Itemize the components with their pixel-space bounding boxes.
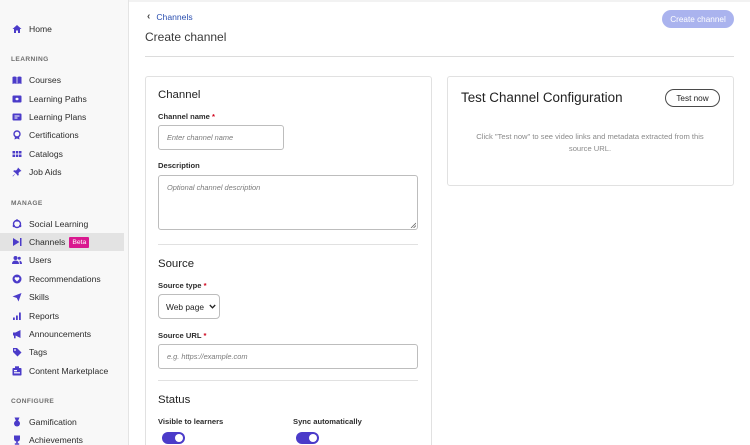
resize-grip-icon[interactable]	[410, 222, 416, 228]
sidebar-item-label: Reports	[29, 311, 60, 321]
sidebar-item-label: Users	[29, 255, 52, 265]
sidebar-item-gamification[interactable]: Gamification	[0, 413, 124, 431]
bar-chart-icon	[12, 311, 22, 321]
source-url-input[interactable]	[158, 344, 418, 369]
sidebar-item-achievements[interactable]: Achievements	[0, 431, 124, 445]
sync-automatically-toggle[interactable]	[296, 432, 319, 444]
chevron-left-icon: ‹	[147, 11, 151, 22]
trophy-icon	[12, 435, 22, 445]
create-channel-button[interactable]: Create channel	[662, 10, 734, 28]
toggle-knob	[175, 434, 183, 442]
sidebar-item-announcements[interactable]: Announcements	[0, 325, 124, 343]
channel-section-title: Channel	[158, 89, 201, 101]
sidebar-item-label: Learning Plans	[29, 112, 87, 122]
sidebar-item-label: Gamification	[29, 417, 77, 427]
chevron-down-icon	[209, 304, 216, 309]
sidebar-item-learning-paths[interactable]: Learning Paths	[0, 90, 124, 108]
sync-automatically-label: Sync automatically	[293, 417, 362, 426]
section-divider	[158, 380, 418, 381]
toggle-knob	[309, 434, 317, 442]
sidebar-item-label: Recommendations	[29, 274, 101, 284]
sidebar-item-label: Certifications	[29, 130, 79, 140]
test-help-text: Click "Test now" to see video links and …	[476, 132, 704, 153]
certificate-icon	[12, 130, 22, 140]
test-now-button[interactable]: Test now	[665, 89, 720, 107]
sidebar-item-reports[interactable]: Reports	[0, 307, 124, 325]
paper-plane-icon	[12, 292, 22, 302]
sidebar-item-learning-plans[interactable]: Learning Plans	[0, 108, 124, 126]
section-label-configure: CONFIGURE	[11, 398, 55, 405]
source-section-title: Source	[158, 258, 195, 270]
source-type-select[interactable]: Web page	[158, 294, 220, 319]
beta-badge: Beta	[69, 236, 90, 248]
sidebar-item-certifications[interactable]: Certifications	[0, 126, 124, 144]
section-label-learning: LEARNING	[11, 56, 49, 63]
pin-icon	[12, 167, 22, 177]
back-to-channels-link[interactable]: ‹ Channels	[147, 11, 193, 22]
tag-icon	[12, 347, 22, 357]
sidebar-item-job-aids[interactable]: Job Aids	[0, 163, 124, 181]
section-label-manage: MANAGE	[11, 200, 43, 207]
source-type-label-text: Source type	[158, 281, 202, 290]
learning-path-icon	[12, 94, 22, 104]
sidebar-item-home[interactable]: Home	[0, 20, 124, 38]
page-title: Create channel	[145, 30, 227, 44]
sidebar-item-courses[interactable]: Courses	[0, 71, 124, 89]
source-type-label: Source type *	[158, 281, 207, 290]
description-textarea[interactable]	[158, 175, 418, 230]
channel-name-label-text: Channel name	[158, 112, 210, 121]
sidebar-item-content-marketplace[interactable]: Content Marketplace	[0, 362, 124, 380]
test-configuration-title: Test Channel Configuration	[461, 90, 623, 105]
sidebar-item-recommendations[interactable]: Recommendations	[0, 270, 124, 288]
sidebar-item-label: Content Marketplace	[29, 366, 109, 376]
sidebar-item-channels[interactable]: Channels Beta	[0, 233, 124, 251]
storefront-icon	[12, 366, 22, 376]
sidebar-item-catalogs[interactable]: Catalogs	[0, 145, 124, 163]
top-border	[129, 0, 750, 2]
sidebar: Home LEARNING Courses Learning Paths Lea…	[0, 0, 129, 445]
required-mark: *	[203, 281, 207, 290]
sidebar-item-label: Learning Paths	[29, 94, 87, 104]
play-icon	[12, 237, 22, 247]
sidebar-item-label: Achievements	[29, 435, 83, 445]
sidebar-item-label: Job Aids	[29, 167, 62, 177]
channel-name-label: Channel name *	[158, 112, 215, 121]
status-section-title: Status	[158, 394, 191, 406]
sidebar-item-social-learning[interactable]: Social Learning	[0, 215, 124, 233]
book-icon	[12, 75, 22, 85]
visible-to-learners-toggle[interactable]	[162, 432, 185, 444]
users-icon	[12, 255, 22, 265]
sidebar-item-skills[interactable]: Skills	[0, 288, 124, 306]
medal-icon	[12, 417, 22, 427]
header-divider	[145, 56, 734, 57]
visible-to-learners-label: Visible to learners	[158, 417, 224, 426]
sidebar-item-label: Courses	[29, 75, 61, 85]
heart-badge-icon	[12, 274, 22, 284]
back-link-label: Channels	[156, 11, 193, 22]
source-url-label: Source URL *	[158, 331, 206, 340]
sidebar-item-users[interactable]: Users	[0, 251, 124, 269]
sidebar-item-label: Catalogs	[29, 149, 63, 159]
channel-name-input[interactable]	[158, 125, 284, 150]
source-type-value: Web page	[166, 301, 205, 312]
sidebar-item-label: Skills	[29, 292, 50, 302]
sidebar-item-label: Home	[29, 24, 52, 34]
home-icon	[12, 24, 22, 34]
sidebar-item-label: Tags	[29, 347, 48, 357]
required-mark: *	[203, 331, 207, 340]
required-mark: *	[212, 112, 215, 121]
social-icon	[12, 219, 22, 229]
sidebar-item-tags[interactable]: Tags	[0, 343, 124, 361]
source-url-label-text: Source URL	[158, 331, 202, 340]
megaphone-icon	[12, 329, 22, 339]
grid-icon	[12, 149, 22, 159]
learning-plan-icon	[12, 112, 22, 122]
section-divider	[158, 244, 418, 245]
sidebar-item-label: Announcements	[29, 329, 92, 339]
description-label: Description	[158, 161, 200, 170]
sidebar-item-label: Channels	[29, 237, 66, 247]
sidebar-item-label: Social Learning	[29, 219, 89, 229]
